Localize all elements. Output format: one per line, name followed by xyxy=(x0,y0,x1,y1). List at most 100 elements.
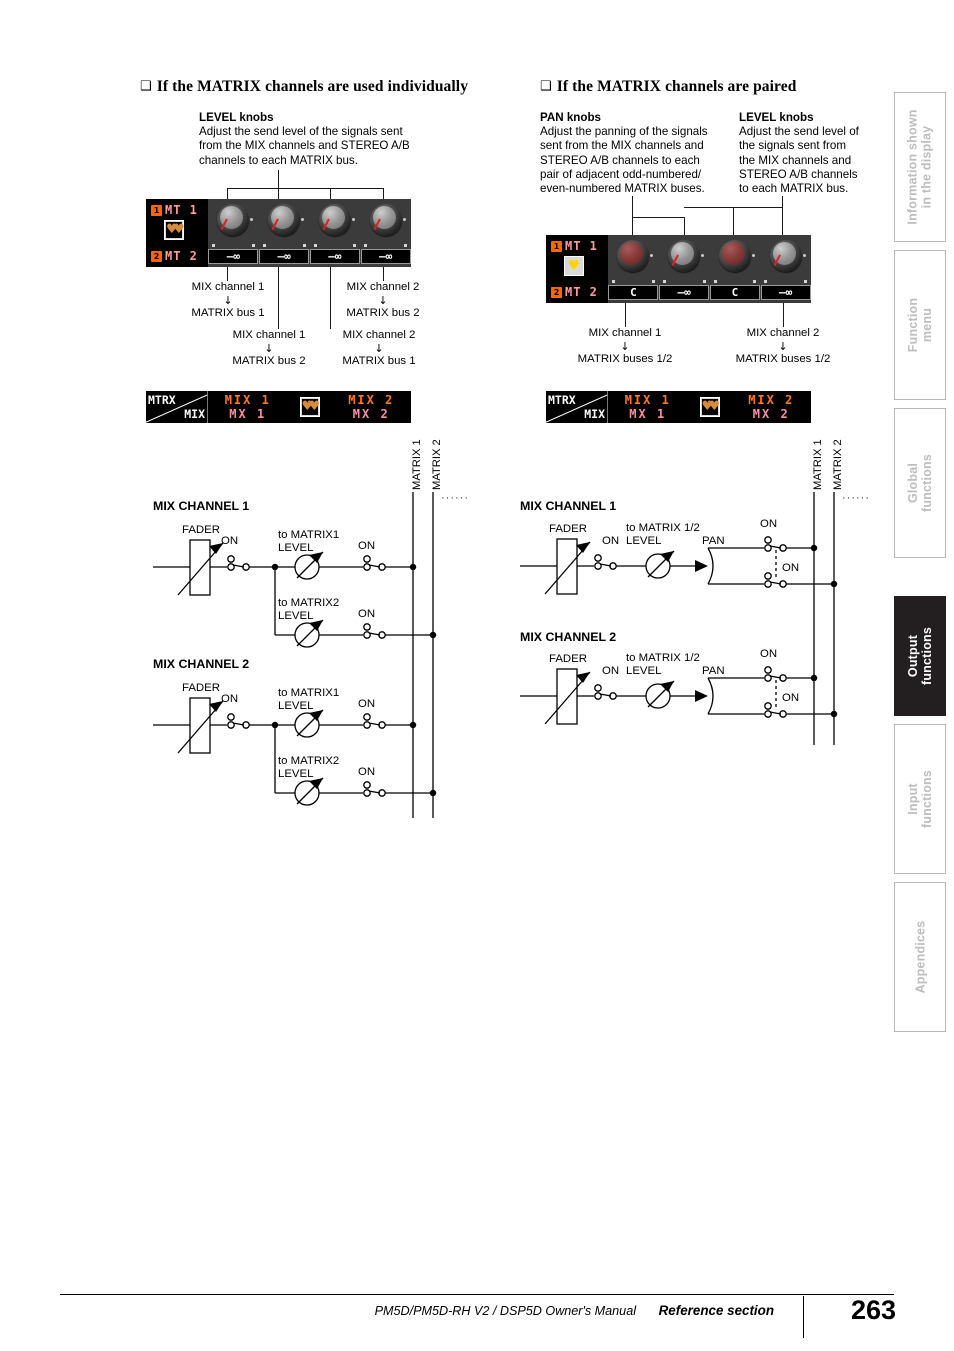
knob-dot xyxy=(802,254,806,257)
level-knob[interactable] xyxy=(769,240,806,272)
lcd-row-mt1: 1 MT 1 xyxy=(551,239,598,253)
left-lcd-module: 1 MT 1 ♥ ♥ 2 MT 2 –∞ –∞ –∞ –∞ xyxy=(146,199,411,267)
broken-heart-icon[interactable]: ♥ ♥ xyxy=(699,397,720,417)
mtrx-cell-top: MIX 2 xyxy=(348,393,395,407)
knob-ticks xyxy=(659,280,710,283)
tab-label: Information shown in the display xyxy=(906,109,935,225)
heart-right-half: ♥ xyxy=(173,222,185,237)
mtrx-cell-1[interactable]: MIX 1 MX 1 xyxy=(608,391,688,423)
callout-title: PAN knobs xyxy=(540,111,601,124)
routing-arrow: ↓ xyxy=(778,339,788,353)
tab-input-functions[interactable]: Input functions xyxy=(894,724,946,874)
mtrx-pair-slot[interactable]: ♥ ♥ xyxy=(688,391,732,423)
mtrx-cell-top: MIX 2 xyxy=(748,393,795,407)
channel-title: MIX CHANNEL 2 xyxy=(520,630,617,644)
broken-heart-icon[interactable]: ♥ ♥ xyxy=(299,397,321,417)
send-on-label: ON xyxy=(358,608,376,620)
leader-bar xyxy=(227,188,383,189)
routing-to: MATRIX bus 2 xyxy=(232,354,306,367)
mtrx-cell-bottom: MX 2 xyxy=(752,407,790,421)
knob-cell[interactable]: –∞ xyxy=(760,235,811,303)
knob-cap xyxy=(620,242,644,265)
knob-cell[interactable]: –∞ xyxy=(360,199,411,267)
left-signal-flow-diagram: MATRIX 1 MATRIX 2 ······ MIX CHANNEL 1 F… xyxy=(145,439,468,820)
footer-rule xyxy=(60,1294,894,1295)
knob-dot xyxy=(250,218,254,221)
callout-body: Adjust the send level of the signals sen… xyxy=(199,125,410,167)
level-knob[interactable] xyxy=(369,204,406,236)
knob-ticks xyxy=(310,244,361,247)
fader-label: FADER xyxy=(182,524,220,536)
knob-ticks xyxy=(360,244,411,247)
manual-page: ❑ If the MATRIX channels are used individ… xyxy=(0,0,954,1351)
routing-arrow: ↓ xyxy=(374,341,384,355)
tab-output-functions[interactable]: Output functions xyxy=(894,596,946,716)
on-top-label: ON xyxy=(760,648,778,660)
tab-function-menu[interactable]: Function menu xyxy=(894,250,946,400)
knob-cell[interactable]: –∞ xyxy=(309,199,361,267)
knob-ticks xyxy=(608,280,659,283)
knob-cell[interactable]: –∞ xyxy=(208,199,259,267)
tab-information-shown-in-the-display[interactable]: Information shown in the display xyxy=(894,92,946,242)
mtrx-pair-slot[interactable]: ♥ ♥ xyxy=(288,391,332,423)
level-knob[interactable] xyxy=(217,204,254,236)
mtrx-cell-2[interactable]: MIX 2 MX 2 xyxy=(732,391,812,423)
channel-label: MT 1 xyxy=(165,203,198,217)
send-on-label: ON xyxy=(358,766,376,778)
bullet-icon: ❑ xyxy=(140,79,152,94)
tab-label: Function menu xyxy=(906,297,934,353)
footer-section-title: Reference section xyxy=(658,1303,774,1318)
lcd-row-mt2: 2 MT 2 xyxy=(151,249,198,263)
knob-dot xyxy=(751,254,755,257)
broken-heart-icon[interactable]: ♥ ♥ xyxy=(164,220,185,240)
knob-cap xyxy=(721,242,745,265)
mtrx-cell-2[interactable]: MIX 2 MX 2 xyxy=(332,391,412,423)
left-section-heading: ❑ If the MATRIX channels are used individ… xyxy=(140,78,469,95)
lcd-row-mt1: 1 MT 1 xyxy=(151,203,198,217)
mtrx-corner-cell: MTRX MIX xyxy=(546,391,608,423)
knob-cell[interactable]: –∞ xyxy=(259,199,310,267)
send-label: to MATRIX 1/2 LEVEL xyxy=(626,522,700,547)
pan-leader-bar xyxy=(632,217,684,218)
level-knob[interactable] xyxy=(268,204,305,236)
pan-knob[interactable] xyxy=(617,240,654,272)
channel-title: MIX CHANNEL 2 xyxy=(153,657,250,671)
callout-title: LEVEL knobs xyxy=(199,111,274,124)
bus-ellipsis: ······ xyxy=(842,492,870,504)
knob-dot xyxy=(402,218,406,221)
bus-label-matrix-1: MATRIX 1 xyxy=(812,439,824,490)
routing-to: MATRIX buses 1/2 xyxy=(577,352,673,365)
tab-appendices[interactable]: Appendices xyxy=(894,882,946,1032)
routing-label: MIX channel 2 ↓ MATRIX bus 1 xyxy=(318,329,440,368)
channel-badge: 2 xyxy=(551,286,562,298)
routing-arrow: ↓ xyxy=(223,293,233,307)
knob-value: C xyxy=(608,285,659,300)
mtrx-cell-1[interactable]: MIX 1 MX 1 xyxy=(208,391,288,423)
broken-heart-glyph: ♥ ♥ xyxy=(301,399,321,415)
knob-cell[interactable]: C xyxy=(709,235,761,303)
knob-value: –∞ xyxy=(760,285,811,300)
broken-heart-glyph: ♥ ♥ xyxy=(166,222,185,238)
on-top-label: ON xyxy=(760,518,778,530)
heart-right-half: ♥ xyxy=(308,399,321,414)
fader-label: FADER xyxy=(549,523,587,535)
route-leader-1 xyxy=(227,267,228,281)
fader-on-label: ON xyxy=(221,693,239,705)
knob-ticks xyxy=(760,280,811,283)
whole-heart-icon[interactable]: ♥ xyxy=(564,256,584,276)
knob-cell[interactable]: C xyxy=(608,235,659,303)
tab-global-functions[interactable]: Global functions xyxy=(894,408,946,558)
channel-label: MT 1 xyxy=(565,239,598,253)
knob-cell[interactable]: –∞ xyxy=(659,235,710,303)
tab-label: Global functions xyxy=(906,453,935,513)
level-knob[interactable] xyxy=(318,204,355,236)
level-knob[interactable] xyxy=(668,240,705,272)
routing-to: MATRIX bus 1 xyxy=(342,354,416,367)
channel-title: MIX CHANNEL 1 xyxy=(520,499,617,513)
knob-value: –∞ xyxy=(659,285,710,300)
routing-from: MIX channel 1 xyxy=(232,329,306,341)
pan-knob[interactable] xyxy=(718,240,755,272)
knob-value: –∞ xyxy=(309,249,360,264)
right-mtrx-bar: MTRX MIX MIX 1 MX 1 ♥ ♥ MIX 2 MX 2 xyxy=(546,391,811,423)
knob-dot xyxy=(701,254,705,257)
